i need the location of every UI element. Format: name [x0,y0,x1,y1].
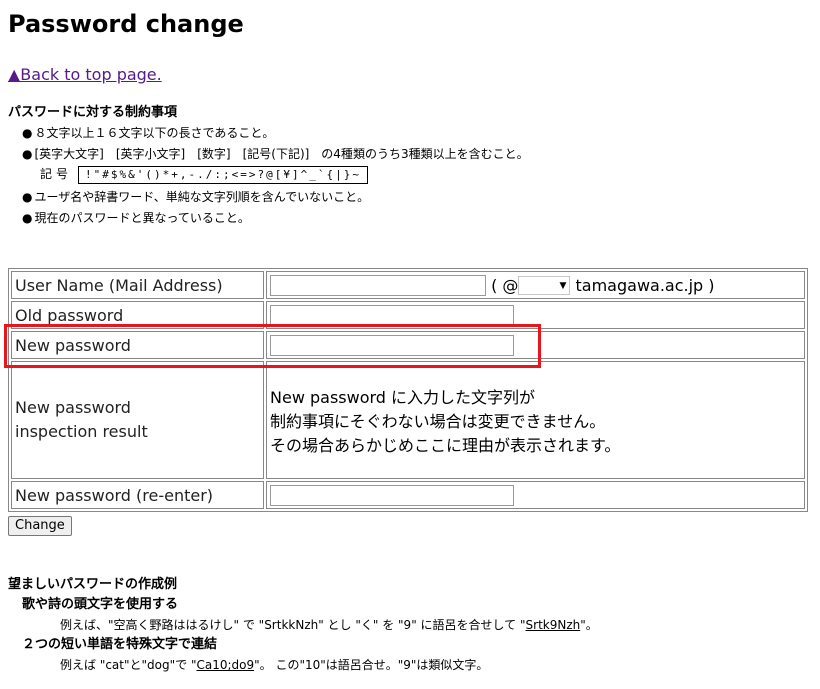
example-text-part: "。 [580,618,598,632]
rule-text: ８文字以上１６文字以下の長さであること。 [34,126,275,140]
rule-item-length: ● ８文字以上１６文字以下の長さであること。 [22,124,274,142]
inspection-result-line: 制約事項にそぐわない場合は変更できません。 [270,412,606,431]
domain-open: ( @ [491,275,519,295]
form-row-old-password: Old password [11,301,805,329]
change-button[interactable]: Change [8,516,72,536]
rule-text: 現在のパスワードと異なっていること。 [34,211,250,225]
new-password-input[interactable] [270,334,514,356]
bullet-icon: ● [22,190,33,204]
inspection-result-line: New password に入力した文字列が [270,388,536,407]
form-row-new-password: New password [11,331,805,359]
bullet-icon: ● [22,147,33,161]
password-change-form: User Name (Mail Address) ( @ ▼ tamagawa.a… [8,268,808,512]
example-title: ２つの短い単語を特殊文字で連結 [22,637,218,652]
domain-select[interactable]: ▼ [518,275,571,295]
form-row-inspection: New password inspection result New passw… [11,361,805,479]
rule-item-character-types: ● [英字大文字] [英字小文字] [数字] [記号(下記)] の4種類のうち3種… [22,145,529,163]
inspection-result-line: その場合あらかじめここに理由が表示されます。 [270,436,621,455]
bullet-icon: ● [22,126,33,140]
example-text: 例えば "cat"と"dog"で "Ca10;do9"。 この"10"は語呂合せ… [60,656,488,674]
old-password-input[interactable] [270,304,514,326]
example-text-part: 例えば、"空高く野路ははるけし" で "SrtkkNzh" とし "く" を "… [60,618,526,632]
reenter-cell [266,481,805,509]
rule-item-different: ● 現在のパスワードと異なっていること。 [22,209,250,227]
example-title: 歌や詩の頭文字を使用する [22,597,179,612]
page-title: Password change [8,10,244,38]
domain-suffix: tamagawa.ac.jp ) [575,275,715,295]
example-password: Srtk9Nzh [525,618,581,632]
username-input[interactable] [270,274,486,296]
old-password-label: Old password [11,301,264,329]
example-text-part: 例えば "cat"と"dog"で " [60,658,197,672]
inspection-label-line: New password [15,398,131,417]
example-text: 例えば、"空高く野路ははるけし" で "SrtkkNzh" とし "く" を "… [60,616,598,634]
username-label: User Name (Mail Address) [11,271,264,299]
symbols-box: !"#$%&'()*+,-./:;<=>?@[¥]^_`{|}~ [78,165,368,184]
inspection-result: New password に入力した文字列が 制約事項にそぐわない場合は変更でき… [266,361,805,479]
example-text-part: "。 この"10"は語呂合せ。"9"は類似文字。 [254,658,489,672]
reenter-label: New password (re-enter) [11,481,264,509]
rule-text: [英字大文字] [英字小文字] [数字] [記号(下記)] の4種類のうち3種類… [34,147,529,161]
old-password-cell [266,301,805,329]
example-password: Ca10;do9 [196,658,255,672]
new-password-label: New password [11,331,264,359]
back-to-top-link[interactable]: ▲Back to top page. [8,64,162,86]
symbols-row: 記号 !"#$%&'()*+,-./:;<=>?@[¥]^_`{|}~ [40,164,368,184]
inspection-label: New password inspection result [11,361,264,479]
new-password-cell [266,331,805,359]
examples-heading: 望ましいパスワードの作成例 [8,577,178,592]
inspection-label-line: inspection result [15,422,148,441]
bullet-icon: ● [22,211,33,225]
username-cell: ( @ ▼ tamagawa.ac.jp ) [266,271,805,299]
reenter-password-input[interactable] [270,484,514,506]
rules-heading: パスワードに対する制約事項 [8,105,178,120]
form-row-username: User Name (Mail Address) ( @ ▼ tamagawa.a… [11,271,805,299]
form-row-reenter: New password (re-enter) [11,481,805,509]
rule-item-no-username: ● ユーザ名や辞書ワード、単純な文字列順を含んでいないこと。 [22,188,369,206]
chevron-down-icon: ▼ [559,280,567,291]
rule-text: ユーザ名や辞書ワード、単純な文字列順を含んでいないこと。 [34,190,370,204]
symbols-label: 記号 [40,167,73,181]
